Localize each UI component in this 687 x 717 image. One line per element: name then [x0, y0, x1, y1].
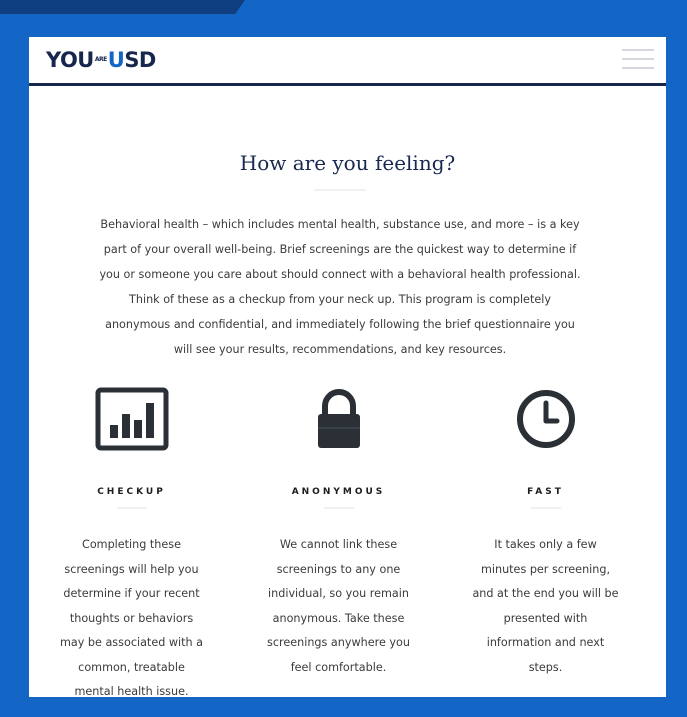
- title-divider: [314, 189, 366, 191]
- feature-title: FAST: [527, 487, 564, 497]
- feature-title: ANONYMOUS: [291, 487, 386, 497]
- feature-text: We cannot link these screenings to any o…: [267, 538, 410, 674]
- intro-paragraph: Behavioral health – which includes menta…: [99, 218, 581, 356]
- logo-you: YOU: [46, 48, 94, 72]
- feature-divider: [323, 507, 354, 509]
- corner-accent: [0, 0, 245, 14]
- hamburger-menu-icon[interactable]: [622, 49, 654, 69]
- site-header: YOU ARE U SD: [29, 37, 666, 86]
- bar-chart-icon: [29, 387, 234, 451]
- clock-icon: [443, 387, 648, 451]
- feature-title: CHECKUP: [97, 487, 166, 497]
- logo-sd: SD: [124, 48, 156, 72]
- feature-divider: [530, 507, 561, 509]
- feature-checkup: CHECKUP Completing these screenings will…: [29, 387, 234, 697]
- logo-are: ARE: [94, 56, 107, 63]
- feature-divider: [116, 507, 147, 509]
- page-title: How are you feeling?: [239, 151, 456, 175]
- feature-fast: FAST It takes only a few minutes per scr…: [443, 387, 648, 680]
- site-logo[interactable]: YOU ARE U SD: [46, 47, 156, 73]
- feature-text: Completing these screenings will help yo…: [59, 538, 204, 697]
- feature-anonymous: ANONYMOUS We cannot link these screening…: [236, 387, 441, 680]
- feature-text: It takes only a few minutes per screenin…: [472, 538, 619, 674]
- logo-u: U: [107, 48, 125, 72]
- page-panel: YOU ARE U SD How are you feeling? Behavi…: [29, 37, 666, 697]
- lock-icon: [236, 387, 441, 451]
